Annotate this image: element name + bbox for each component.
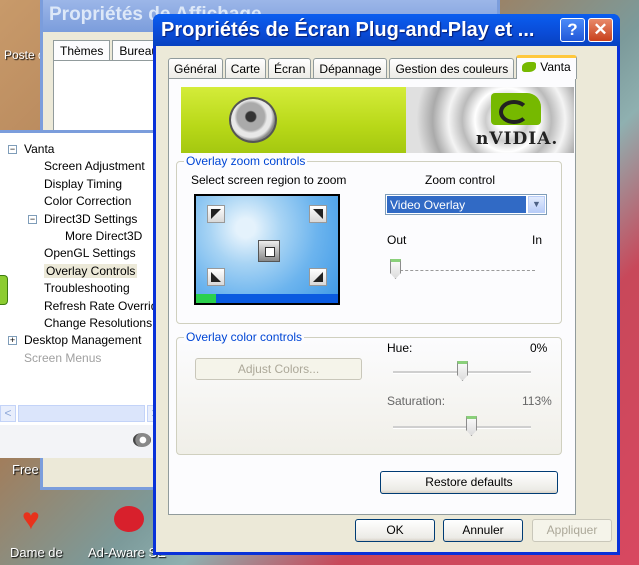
nvidia-wordmark: nVIDIA. [476,129,559,149]
tree-item-screen-adjustment[interactable]: Screen Adjustment [4,158,170,175]
tree-item-desktop-management[interactable]: + Desktop Management [4,332,170,349]
desktop-icon-label[interactable]: Free [12,462,39,477]
nvidia-icon [522,62,537,72]
ok-button[interactable]: OK [355,519,435,542]
center-region-button[interactable] [258,240,280,262]
horizontal-scrollbar[interactable]: < > [0,405,163,422]
saturation-label: Saturation: [387,394,446,408]
region-label: Select screen region to zoom [191,173,347,187]
restore-defaults-button[interactable]: Restore defaults [380,471,558,494]
heart-icon[interactable]: ♥ [22,505,40,535]
zoom-region-selector[interactable] [194,194,340,305]
tab-carte[interactable]: Carte [224,58,267,79]
hue-value: 0% [530,341,548,355]
close-button[interactable]: ✕ [588,18,613,42]
overlay-color-controls-group: Overlay color controls Adjust Colors... … [176,330,562,455]
desktop-icon-label[interactable]: Dame de [10,545,63,560]
tree-item-color-correction[interactable]: Color Correction [4,193,170,210]
tree-item-opengl-settings[interactable]: OpenGL Settings [4,245,170,262]
scroll-thumb[interactable] [18,405,145,422]
saturation-value: 113% [522,394,552,408]
group-legend: Overlay zoom controls [184,154,308,168]
expand-icon[interactable]: + [8,336,17,346]
tree-item-screen-menus: Screen Menus [24,350,102,365]
tab-themes[interactable]: Thèmes [53,40,111,61]
tab-general[interactable]: Général [168,58,223,79]
tree-item-refresh-rate-overrides[interactable]: Refresh Rate Overrides [4,298,170,315]
plug-and-play-properties-dialog: Propriétés de Écran Plug-and-Play et ...… [153,14,620,555]
zoom-control-label: Zoom control [425,173,496,187]
adjust-colors-button[interactable]: Adjust Colors... [195,358,362,380]
desktop-icon-label[interactable]: Poste de travail [4,48,44,62]
eye-icon[interactable] [133,433,151,447]
slider-max-label: In [532,233,543,247]
bottom-right-region-button[interactable] [309,268,327,286]
overlay-zoom-controls-group: Overlay zoom controls Select screen regi… [176,154,562,324]
nvidia-eye-logo-icon [491,93,541,125]
window-title: Propriétés de Écran Plug-and-Play et ... [161,19,535,41]
panel-toggle-handle[interactable] [0,275,8,305]
back-window-tabs: Thèmes Bureau [53,40,167,61]
hue-label: Hue: [387,341,413,355]
tree-item-troubleshooting[interactable]: Troubleshooting [4,280,170,297]
tab-depannage[interactable]: Dépannage [313,58,388,79]
group-legend: Overlay color controls [184,330,305,344]
nvidia-banner: nVIDIA. [181,87,574,153]
tab-vanta-label: Vanta [540,60,571,74]
tree-footer [0,425,165,458]
title-bar[interactable]: Propriétés de Écran Plug-and-Play et ...… [153,14,620,46]
ad-aware-icon[interactable] [114,506,144,532]
scroll-left-button[interactable]: < [0,405,16,422]
zoom-slider-track[interactable] [395,270,535,271]
bottom-left-region-button[interactable] [207,268,225,286]
saturation-slider-thumb[interactable] [465,416,477,436]
top-right-region-button[interactable] [309,205,327,223]
tree-item-overlay-controls[interactable]: Overlay Controls [4,263,170,280]
film-reel-icon [229,97,277,143]
top-left-region-button[interactable] [207,205,225,223]
collapse-icon[interactable]: − [28,214,37,224]
tree-item-change-resolutions[interactable]: Change Resolutions [4,315,170,332]
saturation-slider-track[interactable] [393,426,531,429]
tab-strip: Général Carte Écran Dépannage Gestion de… [168,55,579,79]
banner-green-section [181,87,406,153]
tab-vanta[interactable]: Vanta [516,55,577,79]
tree-item-vanta[interactable]: − Vanta [4,141,170,158]
chevron-down-icon[interactable]: ▼ [528,196,545,213]
nvidia-tree-panel: − Vanta Screen Adjustment Display Timing … [0,130,170,458]
help-button[interactable]: ? [560,18,585,42]
banner-logo-section: nVIDIA. [406,87,574,153]
tree-item-display-timing[interactable]: Display Timing [4,176,170,193]
collapse-icon[interactable]: − [8,145,17,154]
cancel-button[interactable]: Annuler [443,519,523,542]
zoom-control-select[interactable]: Video Overlay ▼ [385,194,547,215]
settings-tree: − Vanta Screen Adjustment Display Timing … [4,141,170,367]
zoom-preview-strip [196,294,338,303]
tab-gestion-couleurs[interactable]: Gestion des couleurs [389,58,515,79]
tab-ecran[interactable]: Écran [268,58,312,79]
zoom-slider-thumb[interactable] [390,259,401,279]
hue-slider-thumb[interactable] [457,361,468,381]
vanta-page: nVIDIA. Overlay zoom controls Select scr… [168,78,576,515]
zoom-control-value: Video Overlay [387,196,526,213]
slider-min-label: Out [387,233,407,247]
dialog-client: Général Carte Écran Dépannage Gestion de… [156,46,617,552]
apply-button[interactable]: Appliquer [532,519,612,542]
tree-item-direct3d-settings[interactable]: − Direct3D Settings [4,211,170,228]
tree-item-more-direct3d[interactable]: More Direct3D [4,228,170,245]
